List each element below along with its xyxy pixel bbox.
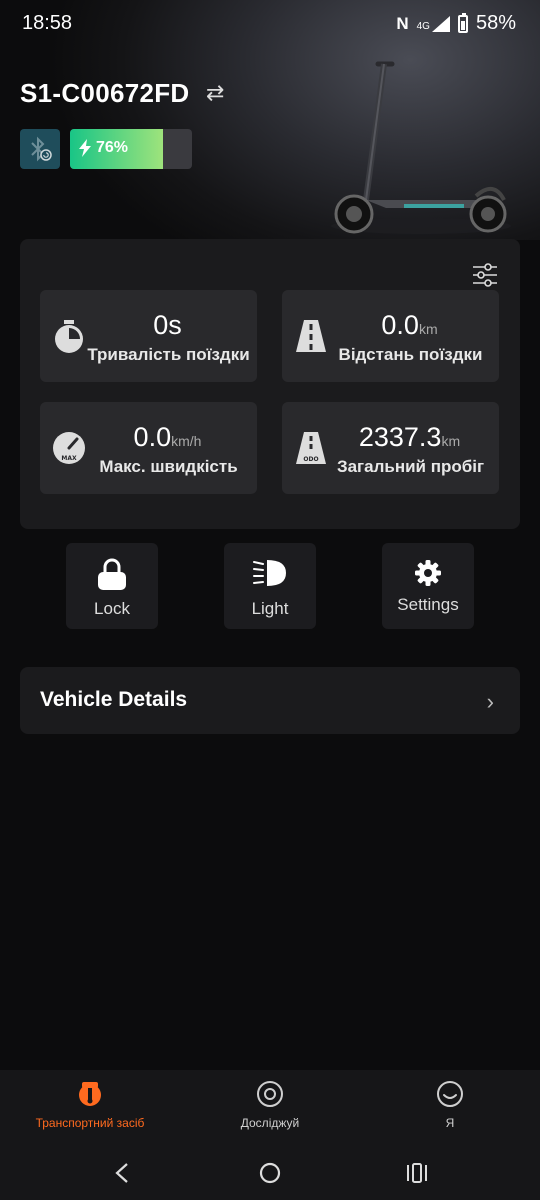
recent-apps-icon[interactable] (406, 1162, 428, 1184)
nav-tab-profile[interactable]: Я (360, 1080, 540, 1130)
status-battery-text: 58% (475, 12, 516, 34)
battery-level-text: 76% (96, 139, 129, 156)
switch-device-icon[interactable]: ⇄ (206, 80, 224, 106)
filter-settings-icon[interactable] (472, 263, 498, 287)
stat-label: Тривалість поїздки (87, 345, 250, 364)
lock-button[interactable]: Lock (66, 543, 158, 629)
vehicle-details-row[interactable]: Vehicle Details › (20, 667, 520, 734)
stat-unit: km (441, 433, 461, 449)
status-icons: N 4G 58% (396, 12, 516, 35)
stat-label: Загальний пробіг (336, 457, 485, 476)
nav-tab-explore[interactable]: Досліджуй (180, 1080, 360, 1130)
chevron-right-icon: › (486, 689, 494, 714)
nav-label: Транспортний засіб (35, 1116, 145, 1130)
stat-card-trip-distance: 0.0km Відстань поїздки (282, 290, 499, 382)
lock-icon (98, 558, 126, 590)
status-bar: 18:58 N 4G 58% (0, 0, 540, 46)
back-icon[interactable] (114, 1162, 130, 1184)
lightning-icon (79, 139, 91, 157)
headlight-icon (253, 560, 286, 586)
gear-icon (415, 560, 441, 586)
battery-level-text-wrap: 76% (78, 139, 128, 157)
stat-value: 0.0 (381, 310, 419, 340)
light-button[interactable]: Light (224, 543, 316, 629)
stat-label: Відстань поїздки (338, 345, 483, 364)
settings-button[interactable]: Settings (382, 543, 474, 629)
device-name[interactable]: S1-C00672FD (20, 78, 190, 109)
road-icon (296, 320, 326, 352)
speedometer-max-text: MAX (61, 455, 77, 462)
stat-card-total-mileage: ODO 2337.3km Загальний пробіг (282, 402, 499, 494)
nfc-icon: N (396, 13, 409, 33)
odometer-odo-text: ODO (303, 456, 318, 463)
stat-label: Макс. швидкість (99, 457, 238, 476)
scooter-nav-icon (79, 1082, 101, 1106)
settings-label: Settings (397, 595, 459, 614)
system-navigation-bar (0, 1158, 540, 1188)
lock-label: Lock (94, 599, 130, 618)
nav-tab-vehicle[interactable]: Транспортний засіб (0, 1080, 180, 1130)
odometer-road-icon: ODO (296, 432, 326, 464)
status-time: 18:58 (22, 12, 73, 34)
vehicle-details-title: Vehicle Details (40, 688, 188, 711)
stat-unit: km (418, 321, 438, 337)
profile-smile-icon (437, 1081, 463, 1107)
stat-unit: km/h (171, 433, 202, 449)
light-label: Light (251, 599, 289, 618)
battery-icon (457, 12, 468, 33)
bluetooth-icon (31, 136, 52, 162)
stat-card-max-speed: MAX 0.0km/h Макс. швидкість (40, 402, 257, 494)
bottom-nav: Транспортний засіб Досліджуй Я (0, 1070, 540, 1200)
signal-icon: 4G (416, 15, 450, 32)
speedometer-icon: MAX (53, 432, 85, 464)
nav-label: Досліджуй (240, 1116, 300, 1130)
home-icon[interactable] (259, 1162, 281, 1184)
explore-icon (257, 1081, 283, 1107)
bluetooth-status-button[interactable] (20, 129, 60, 169)
scooter-image (331, 61, 511, 234)
network-type: 4G (416, 20, 430, 32)
stat-value: 0.0 (133, 422, 172, 452)
nav-label: Я (445, 1116, 455, 1130)
stopwatch-icon (55, 320, 83, 353)
stat-value: 0s (153, 310, 182, 340)
battery-level-bar: 76% (70, 129, 192, 169)
stat-value: 2337.3 (358, 422, 442, 452)
stat-card-trip-duration: 0s Тривалість поїздки (40, 290, 257, 382)
